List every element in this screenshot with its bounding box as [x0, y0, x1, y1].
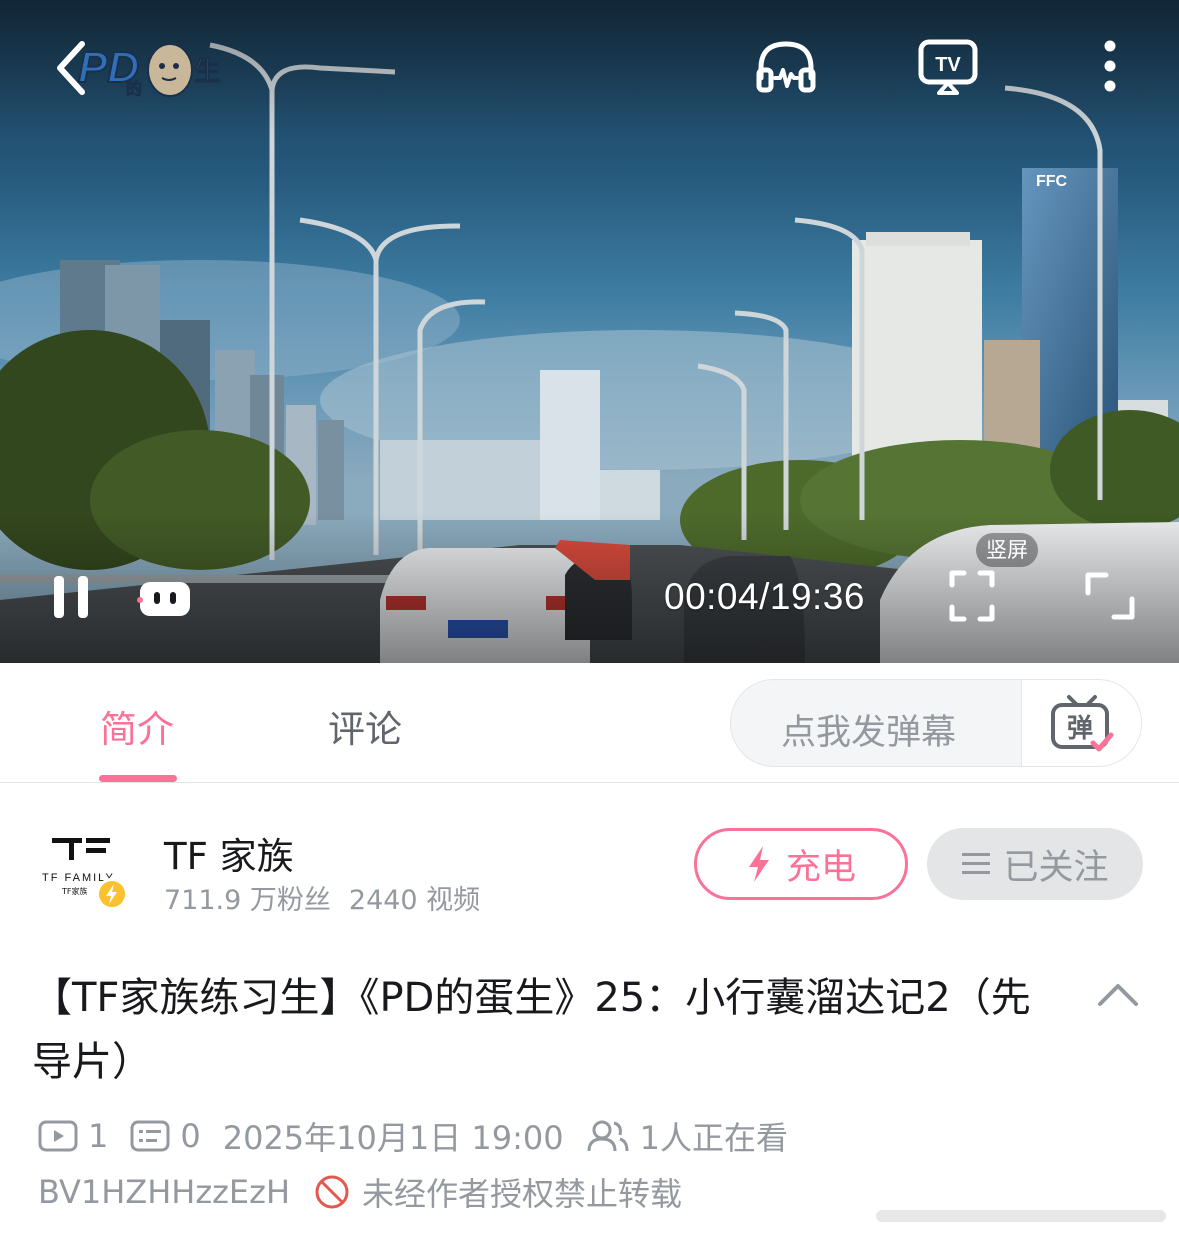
danmaku-count-icon [130, 1120, 170, 1152]
reprint-notice: 未经作者授权禁止转载 [314, 1169, 682, 1215]
menu-lines-icon [962, 853, 991, 874]
fans-count: 711.9 万粉丝 [164, 885, 331, 916]
vertical-screen-icon [949, 570, 995, 622]
lightning-icon [106, 884, 117, 904]
play-count-value: 1 [88, 1117, 109, 1155]
danmaku-input[interactable]: 点我发弹幕 弹 [730, 679, 1142, 767]
forbidden-icon [315, 1175, 349, 1209]
uploader-row: TF FAMILY TF家族 TF 家族 711.9 万粉丝 2440 视频 充电… [0, 784, 1179, 934]
tf-logo-icon [52, 838, 110, 860]
danmaku-placeholder: 点我发弹幕 [781, 713, 957, 753]
bvid-row: BV1HZHHzzEzH 未经作者授权禁止转载 [38, 1170, 682, 1214]
bvid[interactable]: BV1HZHHzzEzH [38, 1173, 290, 1211]
more-button[interactable] [1088, 34, 1132, 98]
follow-label: 已关注 [1003, 847, 1109, 888]
danmaku-settings-button[interactable]: 弹 [1021, 680, 1141, 766]
danmaku-count-value: 0 [180, 1117, 201, 1155]
watermark [876, 1210, 1166, 1222]
chevron-up-icon [1098, 984, 1138, 1006]
tab-intro[interactable]: 简介 [100, 699, 174, 753]
danmaku-tv-icon [137, 582, 190, 616]
danmaku-icon-char: 弹 [1066, 714, 1092, 744]
svg-text:FFC: FFC [1036, 173, 1068, 190]
fullscreen-icon [1085, 572, 1135, 620]
playback-time: 00:04/19:36 [664, 576, 865, 617]
publish-time: 2025年10月1日 19:00 [222, 1119, 564, 1157]
play-count: 1 [38, 1117, 108, 1155]
svg-text:生: 生 [194, 57, 220, 87]
headphones-icon [756, 41, 816, 93]
video-title: 【TF家族练习生】《PD的蛋生》25：小行囊溜达记2（先导片） [32, 975, 1031, 1085]
watching-now-value: 1人正在看 [639, 1119, 789, 1157]
collapse-button[interactable] [1096, 974, 1140, 1014]
cast-to-tv-button[interactable]: TV [914, 34, 982, 98]
svg-text:TV: TV [935, 54, 961, 76]
follow-button[interactable]: 已关注 [927, 828, 1143, 900]
tv-cast-icon: TV [918, 39, 978, 95]
video-count: 2440 视频 [348, 885, 481, 916]
show-logo: PD 的 生 [77, 42, 221, 99]
pause-button[interactable] [44, 568, 98, 626]
active-tab-indicator [99, 775, 177, 782]
charge-button[interactable]: 充电 [694, 828, 908, 900]
vertical-screen-badge: 竖屏 [976, 533, 1038, 567]
reprint-notice-text: 未经作者授权禁止转载 [362, 1175, 683, 1213]
video-meta: 1 0 2025年10月1日 19:00 1人正在看 [38, 1114, 810, 1158]
danmaku-count: 0 [130, 1117, 201, 1155]
video-player[interactable]: FFC PD 的 生 TV 00:04/19:36 竖屏 [0, 0, 1179, 663]
svg-text:的: 的 [126, 79, 142, 98]
uploader-name[interactable]: TF 家族 [164, 826, 294, 880]
people-icon [587, 1120, 629, 1152]
avatar-text-sub: TF家族 [62, 887, 88, 896]
pause-icon [54, 576, 88, 618]
watching-now: 1人正在看 [586, 1113, 788, 1159]
lightning-icon [748, 846, 769, 882]
charge-label: 充电 [785, 847, 856, 888]
danmaku-toggle-button[interactable] [134, 574, 196, 622]
vertical-screen-button[interactable] [944, 566, 1000, 626]
more-vertical-icon [1104, 40, 1116, 92]
detail-tabs: 简介 评论 点我发弹幕 弹 [0, 663, 1179, 783]
tab-comment[interactable]: 评论 [328, 699, 402, 753]
fullscreen-button[interactable] [1080, 568, 1140, 624]
listen-button[interactable] [752, 34, 820, 98]
danmaku-icon: 弹 [1050, 695, 1113, 752]
verified-badge [96, 878, 128, 910]
play-count-icon [38, 1120, 78, 1152]
uploader-stats: 711.9 万粉丝 2440 视频 [164, 878, 480, 917]
